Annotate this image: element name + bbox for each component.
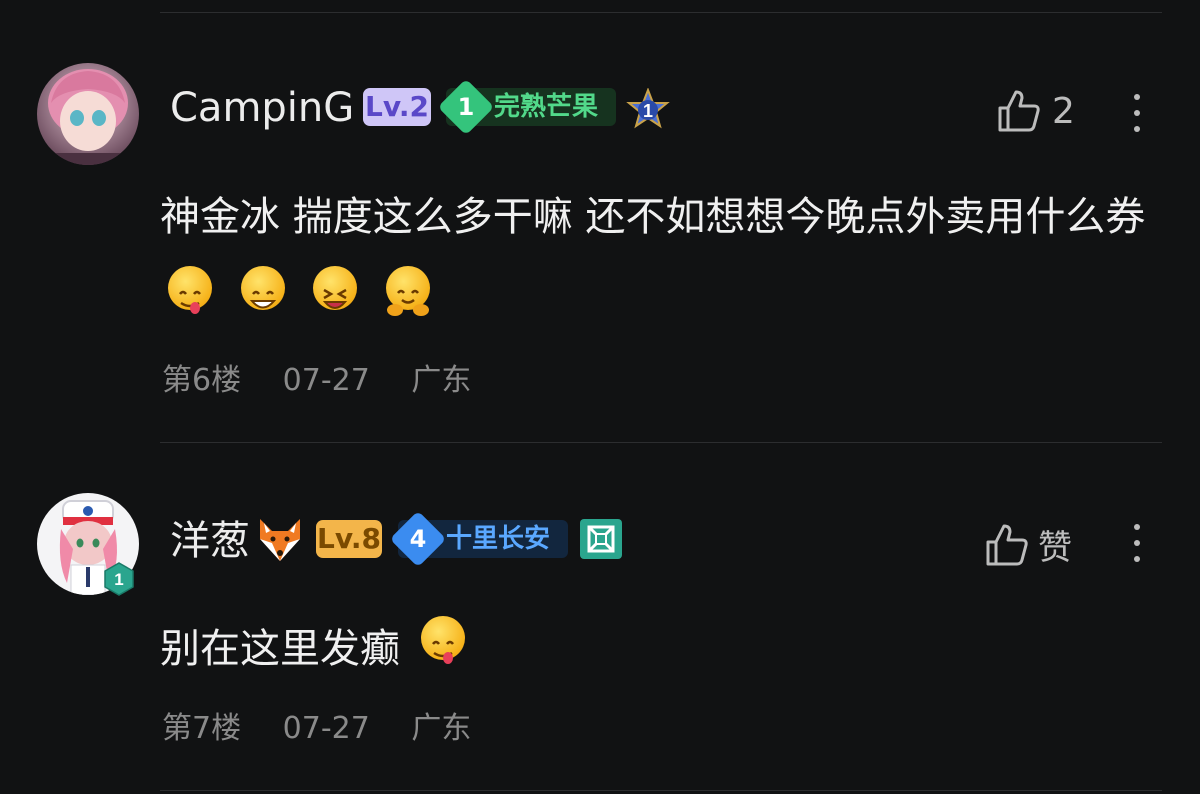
fan-badge-number: 4 <box>409 525 427 553</box>
divider-top <box>160 12 1162 13</box>
floor-number: 第6楼 <box>162 363 242 398</box>
divider <box>160 790 1162 791</box>
username[interactable]: 洋葱 <box>170 521 250 561</box>
comment-meta: 第7楼 07-27 广东 <box>162 703 503 747</box>
fan-badge-name: 完熟芒果 <box>494 92 599 122</box>
hug-face-icon <box>386 266 431 316</box>
more-options-icon[interactable] <box>1132 94 1142 142</box>
yum-face-icon <box>420 616 465 664</box>
fan-badge-name: 十里长安 <box>446 524 551 554</box>
more-options-icon[interactable] <box>1132 524 1142 572</box>
username[interactable]: CampinG <box>170 88 354 128</box>
rank-star-icon: 1 <box>626 87 670 132</box>
like-label: 赞 <box>1038 528 1072 568</box>
comment-text: 神金冰 揣度这么多干嘛 还不如想想今晚点外卖用什么券 <box>160 194 1146 240</box>
rank-star-number: 1 <box>643 101 653 121</box>
thumbs-up-icon <box>998 90 1040 132</box>
like-button[interactable]: 赞 <box>984 520 1072 569</box>
fox-icon <box>256 517 304 563</box>
fan-badge[interactable]: 1 完熟芒果 <box>437 78 616 136</box>
comment-date: 07-27 <box>282 711 370 746</box>
comment-content: 别在这里发癫 <box>160 608 1160 690</box>
fan-badge-number: 1 <box>457 93 475 121</box>
grid-emblem-icon <box>580 519 622 559</box>
level-badge: Lv.2 <box>363 88 431 126</box>
floor-number: 第7楼 <box>162 711 242 746</box>
comment-date: 07-27 <box>282 363 370 398</box>
avatar-badge: 1 <box>104 562 134 596</box>
comment-location: 广东 <box>411 711 472 746</box>
grin-face-icon <box>240 266 285 310</box>
comment-text: 别在这里发癫 <box>160 626 400 672</box>
comment-content: 神金冰 揣度这么多干嘛 还不如想想今晚点外卖用什么券 <box>160 176 1160 340</box>
like-count: 2 <box>1052 90 1075 132</box>
avatar[interactable] <box>37 63 139 165</box>
comment-location: 广东 <box>411 363 472 398</box>
divider <box>160 442 1162 443</box>
yum-face-icon <box>168 266 212 314</box>
fan-badge[interactable]: 4 十里长安 <box>389 510 568 568</box>
avatar-badge-number: 1 <box>114 570 123 589</box>
level-badge: Lv.8 <box>316 520 382 558</box>
laugh-squint-face-icon <box>313 266 358 310</box>
like-button[interactable]: 2 <box>996 88 1075 134</box>
thumbs-up-icon <box>986 524 1028 565</box>
comment-meta: 第6楼 07-27 广东 <box>162 355 503 399</box>
